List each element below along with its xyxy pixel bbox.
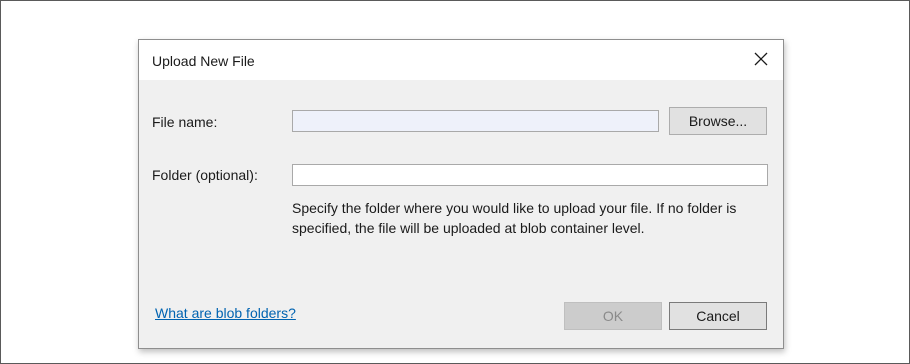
- file-name-label: File name:: [152, 114, 218, 130]
- dialog-title-bar: Upload New File: [139, 40, 783, 80]
- folder-hint-text: Specify the folder where you would like …: [292, 200, 737, 236]
- upload-new-file-dialog: Upload New File File name: Browse... Fol…: [138, 39, 784, 349]
- file-name-input[interactable]: [292, 110, 659, 132]
- browse-button[interactable]: Browse...: [669, 107, 767, 135]
- screenshot-frame: Upload New File File name: Browse... Fol…: [0, 0, 910, 364]
- folder-input[interactable]: [292, 164, 768, 186]
- blob-folders-help-link[interactable]: What are blob folders?: [155, 305, 296, 321]
- cancel-button[interactable]: Cancel: [669, 302, 767, 330]
- dialog-title: Upload New File: [152, 53, 255, 69]
- close-icon: [754, 52, 768, 66]
- folder-label: Folder (optional):: [152, 167, 258, 183]
- ok-button[interactable]: OK: [564, 302, 662, 330]
- close-button[interactable]: [749, 47, 773, 71]
